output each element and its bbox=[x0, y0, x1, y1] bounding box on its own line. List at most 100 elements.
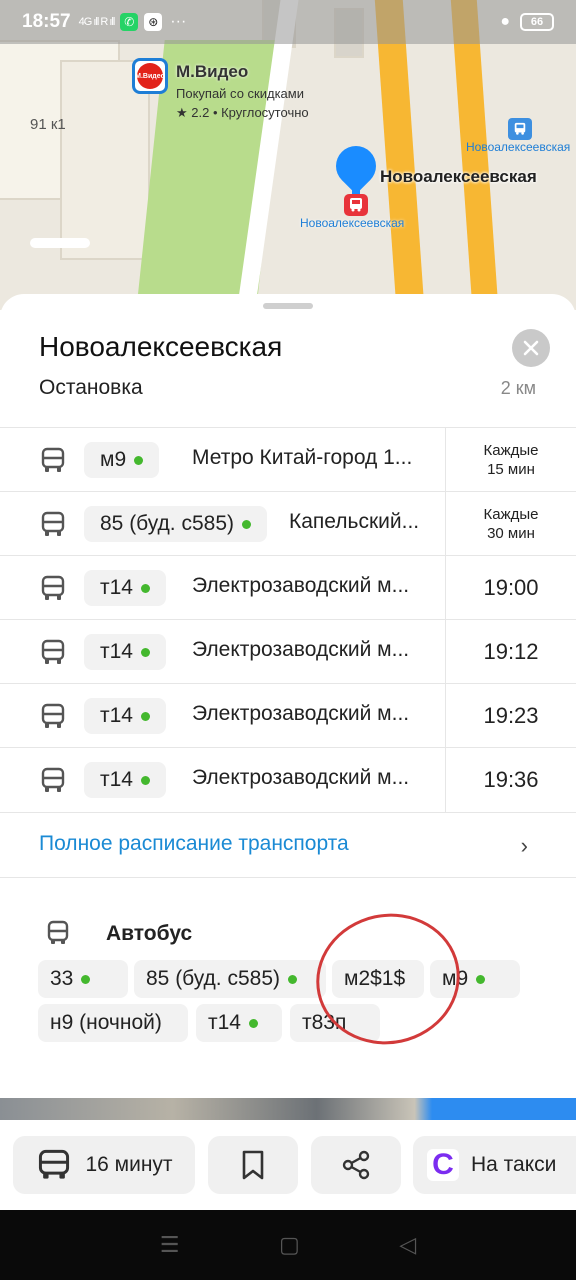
back-icon[interactable]: ◁ bbox=[399, 1232, 416, 1258]
route-destination: Электрозаводский м... bbox=[192, 574, 410, 597]
route-time-label: 16 минут bbox=[85, 1153, 173, 1176]
route-row[interactable]: т14 Электрозаводский м... 19:36 bbox=[0, 747, 576, 812]
photo-gallery-strip[interactable] bbox=[0, 1098, 576, 1122]
departure-time: 19:12 bbox=[483, 639, 539, 664]
route-number-chip[interactable]: т14 bbox=[84, 698, 166, 734]
route-number-chip[interactable]: т14 bbox=[84, 634, 166, 670]
route-row[interactable]: т14 Электрозаводский м... 19:00 bbox=[0, 555, 576, 620]
route-destination: Электрозаводский м... bbox=[192, 638, 410, 661]
bus-route-tag[interactable]: н9 (ночной) bbox=[38, 1004, 188, 1042]
map-road bbox=[30, 238, 90, 248]
map-highway bbox=[450, 0, 500, 310]
battery-icon: 66 bbox=[520, 13, 554, 31]
route-destination: Капельский... bbox=[289, 510, 420, 533]
building-label: 91 к1 bbox=[30, 116, 66, 133]
status-bar: 18:57 4G ıll R ıll ✆ ⊛ ··· ● 66 bbox=[0, 0, 576, 44]
route-destination: Электрозаводский м... bbox=[192, 766, 410, 789]
system-navigation-bar: ☰ ▢ ◁ bbox=[0, 1210, 576, 1280]
mvideo-logo-icon: М.Видео bbox=[132, 58, 168, 94]
poi-name: М.Видео bbox=[176, 62, 249, 81]
map-highway bbox=[374, 0, 426, 310]
route-number-chip[interactable]: м9 bbox=[84, 442, 160, 478]
share-button[interactable] bbox=[311, 1136, 401, 1194]
route-destination: Метро Китай-город 1... bbox=[192, 446, 413, 469]
bus-route-tag[interactable]: 33 bbox=[38, 960, 128, 998]
menu-icon[interactable]: ☰ bbox=[160, 1232, 180, 1258]
map-selected-stop-name: Новоалексеевская bbox=[380, 167, 537, 186]
departure-time: 19:23 bbox=[483, 703, 539, 728]
bus-icon bbox=[39, 1149, 70, 1179]
stop-distance: 2 км bbox=[500, 378, 536, 398]
live-dot-icon bbox=[134, 455, 144, 465]
taxi-label: На такси bbox=[471, 1153, 557, 1176]
live-dot-icon bbox=[140, 711, 150, 721]
bus-icon bbox=[41, 703, 65, 728]
bus-icon bbox=[41, 767, 65, 792]
bookmark-icon bbox=[242, 1150, 264, 1180]
route-time-cell: Каждые 15 мин bbox=[445, 428, 576, 492]
full-schedule-link[interactable]: Полное расписание транспорта › bbox=[0, 812, 576, 878]
map-view[interactable]: 91 к1 М.Видео М.Видео Покупай со скидкам… bbox=[0, 0, 576, 310]
live-dot-icon bbox=[248, 1018, 258, 1028]
bus-section-title: Автобус bbox=[106, 922, 193, 945]
stop-type: Остановка bbox=[39, 376, 143, 399]
departure-time: 19:00 bbox=[483, 575, 539, 600]
more-notifications-icon: ··· bbox=[170, 13, 187, 30]
selected-stop-icon[interactable] bbox=[344, 194, 368, 216]
home-icon[interactable]: ▢ bbox=[279, 1232, 300, 1258]
bus-icon bbox=[41, 639, 65, 664]
location-icon: ● bbox=[500, 13, 510, 30]
bottom-action-bar: 16 минут C На такси bbox=[0, 1120, 576, 1210]
route-row[interactable]: 85 (буд. с585) Капельский... Каждые 30 мин bbox=[0, 491, 576, 556]
route-number-chip[interactable]: т14 bbox=[84, 570, 166, 606]
bus-icon bbox=[41, 511, 65, 536]
route-time-cell: 19:23 bbox=[445, 684, 576, 748]
live-dot-icon bbox=[81, 974, 91, 984]
map-stop-label: Новоалексеевская bbox=[466, 140, 571, 154]
whatsapp-icon: ✆ bbox=[120, 13, 139, 31]
live-dot-icon bbox=[140, 647, 150, 657]
poi-subtitle: Покупай со скидками bbox=[176, 86, 304, 101]
share-icon bbox=[342, 1150, 370, 1180]
route-number-chip[interactable]: 85 (буд. с585) bbox=[84, 506, 268, 542]
bus-icon bbox=[41, 447, 65, 472]
interval-text: Каждые 15 мин bbox=[483, 442, 539, 478]
departure-time: 19:36 bbox=[483, 767, 539, 792]
poi-rating: ★ 2.2 • Круглосуточно bbox=[176, 105, 309, 120]
sheet-grabber-handle[interactable] bbox=[263, 303, 313, 309]
bus-stop-marker-icon[interactable] bbox=[508, 118, 532, 140]
live-dot-icon bbox=[242, 519, 252, 529]
live-dot-icon bbox=[140, 775, 150, 785]
bookmark-button[interactable] bbox=[208, 1136, 298, 1194]
route-destination: Электрозаводский м... bbox=[192, 702, 410, 725]
route-time-cell: 19:00 bbox=[445, 556, 576, 620]
taxi-logo-icon: C bbox=[427, 1148, 459, 1181]
live-dot-icon bbox=[288, 974, 298, 984]
bus-icon bbox=[47, 920, 69, 944]
taxi-button[interactable]: C На такси bbox=[413, 1136, 576, 1194]
route-row[interactable]: т14 Электрозаводский м... 19:23 bbox=[0, 683, 576, 748]
bus-icon bbox=[41, 575, 65, 600]
status-time: 18:57 bbox=[22, 11, 71, 32]
stop-info-sheet: Новоалексеевская Остановка 2 км м9 Метро … bbox=[0, 294, 576, 1144]
route-number-chip[interactable]: т14 bbox=[84, 762, 166, 798]
close-icon bbox=[523, 340, 539, 356]
route-row[interactable]: т14 Электрозаводский м... 19:12 bbox=[0, 619, 576, 684]
live-dot-icon bbox=[476, 974, 486, 984]
route-button[interactable]: 16 минут bbox=[13, 1136, 195, 1194]
map-selected-stop-small: Новоалексеевская bbox=[300, 216, 405, 230]
bus-route-tag[interactable]: 85 (буд. с585) bbox=[134, 960, 326, 998]
steering-wheel-icon: ⊛ bbox=[144, 13, 163, 31]
live-dot-icon bbox=[140, 583, 150, 593]
bus-route-tag[interactable]: т14 bbox=[196, 1004, 282, 1042]
route-time-cell: 19:12 bbox=[445, 620, 576, 684]
route-row[interactable]: м9 Метро Китай-город 1... Каждые 15 мин bbox=[0, 427, 576, 492]
close-button[interactable] bbox=[512, 329, 550, 367]
signal-icon: 4G ıll R ıll bbox=[78, 16, 116, 28]
chevron-right-icon: › bbox=[520, 833, 528, 858]
pin-stem bbox=[352, 176, 360, 194]
interval-text: Каждые 30 мин bbox=[483, 506, 539, 542]
route-time-cell: Каждые 30 мин bbox=[445, 492, 576, 556]
route-time-cell: 19:36 bbox=[445, 748, 576, 812]
full-schedule-label: Полное расписание транспорта bbox=[39, 832, 349, 855]
